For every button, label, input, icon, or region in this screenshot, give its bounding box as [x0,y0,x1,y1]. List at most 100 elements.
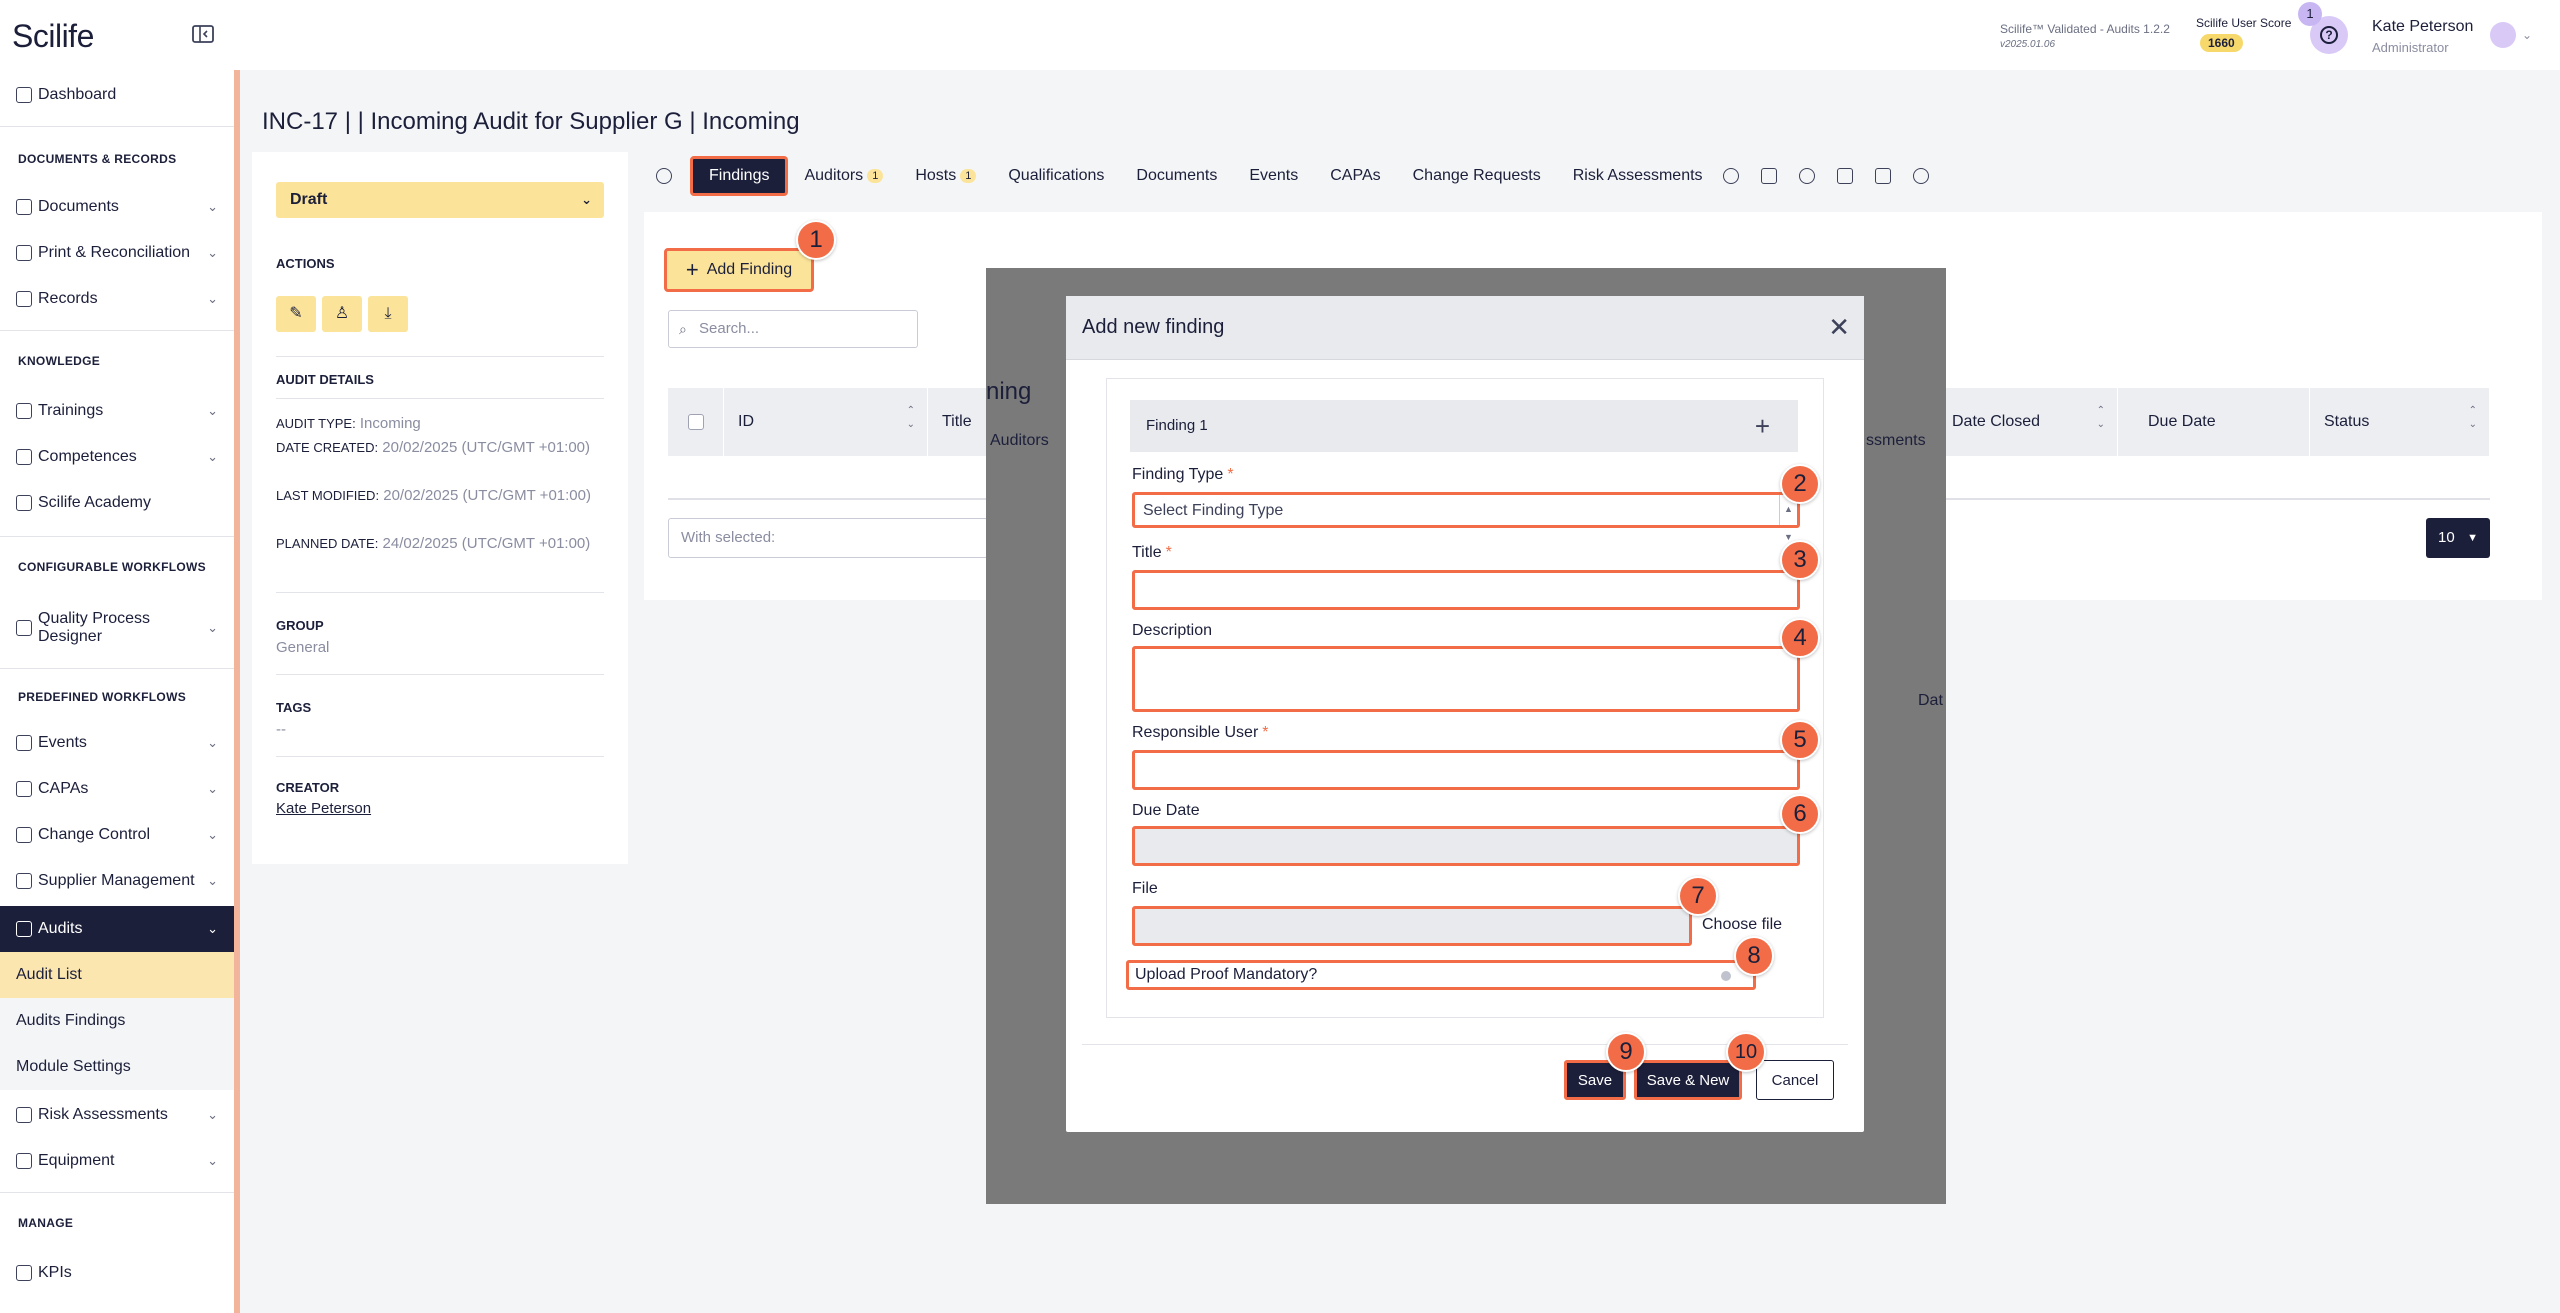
tab-capas[interactable]: CAPAs [1314,156,1396,196]
tab-hosts[interactable]: Hosts 1 [899,156,992,196]
audit-details-heading: AUDIT DETAILS [276,372,374,387]
sidebar-item-documents[interactable]: Documents ⌄ [0,184,234,230]
select-all-checkbox[interactable] [687,414,704,430]
workflow-icon [16,620,32,636]
sidebar-item-trainings[interactable]: Trainings ⌄ [0,388,234,434]
mail-icon[interactable] [1836,168,1853,184]
finding-type-select[interactable]: Select Finding Type ▲ ▼ [1132,492,1800,542]
sidebar-item-label: Competences [38,448,137,465]
responsible-user-label: Responsible User * [1132,724,1269,741]
divider [276,592,604,593]
upload-proof-toggle[interactable] [1721,971,1731,981]
due-date-input[interactable] [1132,826,1800,866]
chevron-down-icon[interactable]: ⌄ [2522,28,2532,42]
description-textarea[interactable] [1132,646,1800,712]
tab-findings[interactable]: Findings [690,156,789,196]
sidebar-item-label: Change Control [38,826,151,843]
tab-risk-assessments[interactable]: Risk Assessments [1557,156,1719,196]
title-input[interactable] [1132,570,1800,610]
close-icon[interactable]: ✕ [1828,312,1850,343]
download-button[interactable]: ⤓ [368,296,408,332]
tab-events[interactable]: Events [1233,156,1314,196]
add-finding-button[interactable]: + Add Finding [664,248,814,292]
version-sub: v2025.01.06 [2000,39,2056,50]
page-size-select[interactable]: 10 ▼ [2426,518,2490,558]
notification-badge[interactable]: 1 [2298,2,2322,26]
comment-icon[interactable] [1722,168,1739,184]
sidebar-item-competences[interactable]: Competences ⌄ [0,434,234,480]
choose-file-button[interactable]: Choose file [1702,916,1782,934]
user-menu[interactable]: Kate Peterson Administrator [2372,18,2473,55]
key-icon[interactable] [1912,168,1929,184]
collapse-sidebar-icon[interactable] [192,24,214,44]
hierarchy-icon[interactable] [1874,168,1891,184]
select-all-column[interactable] [668,388,724,456]
plus-icon[interactable]: + [1755,400,1770,452]
column-header-due-date[interactable]: Due Date [2134,388,2310,456]
edit-button[interactable]: ✎ [276,296,316,332]
sidebar-subitem-audits-findings[interactable]: Audits Findings [0,998,234,1044]
assign-user-button[interactable]: ♙ [322,296,362,332]
users-icon[interactable] [1798,168,1815,184]
cancel-button[interactable]: Cancel [1756,1060,1834,1100]
sidebar-subitem-module-settings[interactable]: Module Settings [0,1044,234,1090]
dashboard-icon [16,87,32,103]
sort-icon[interactable]: ⌃ ⌄ [907,404,915,432]
divider [0,668,234,669]
info-icon[interactable] [656,168,672,184]
chevron-down-icon: ⌄ [207,781,218,796]
column-header-date-closed[interactable]: Date Closed ⌃ ⌄ [1938,388,2118,456]
sidebar-item-label: Print & Reconciliation [38,244,191,261]
sidebar-item-label: CAPAs [38,780,89,797]
sort-icon[interactable]: ⌃ ⌄ [2469,404,2477,432]
sidebar-subitem-audit-list[interactable]: Audit List [0,952,234,998]
file-icon[interactable] [1760,168,1777,184]
competences-icon [16,449,32,465]
actions-heading: ACTIONS [276,256,335,271]
sidebar-item-label: Risk Assessments [38,1106,168,1123]
supplier-icon [16,873,32,889]
user-icon: ♙ [334,305,350,322]
sidebar-item-capas[interactable]: CAPAs ⌄ [0,766,234,812]
tab-change-requests[interactable]: Change Requests [1397,156,1557,196]
tab-qualifications[interactable]: Qualifications [992,156,1120,196]
sidebar-item-label: Trainings [38,402,104,419]
sidebar-item-dashboard[interactable]: Dashboard [0,72,234,118]
column-header-status[interactable]: Status ⌃ ⌄ [2310,388,2490,456]
count-badge: 1 [960,169,977,183]
save-and-new-button[interactable]: Save & New [1634,1060,1742,1100]
responsible-user-input[interactable] [1132,750,1800,790]
search-input[interactable]: ⌕ Search... [668,310,918,348]
warning-icon [16,1107,32,1123]
sort-icon[interactable]: ⌃ ⌄ [2097,404,2105,432]
sidebar-item-events[interactable]: Events ⌄ [0,720,234,766]
sidebar-item-supplier-management[interactable]: Supplier Management ⌄ [0,858,234,904]
sidebar-item-academy[interactable]: Scilife Academy [0,480,234,526]
capas-icon [16,781,32,797]
finding-card-header[interactable]: Finding 1 + [1130,400,1798,452]
creator-heading: CREATOR [276,780,340,795]
chevron-down-icon: ⌄ [207,291,218,306]
records-icon [16,291,32,307]
app-logo[interactable]: Scilife [12,18,94,55]
sidebar-item-audits[interactable]: Audits ⌄ [0,906,234,952]
avatar[interactable] [2490,22,2516,48]
divider [276,674,604,675]
sidebar-item-kpis[interactable]: KPIs [0,1250,234,1296]
due-date-label: Due Date [1132,802,1200,819]
sidebar-item-equipment[interactable]: Equipment ⌄ [0,1138,234,1184]
column-header-id[interactable]: ID ⌃ ⌄ [724,388,928,456]
sidebar-item-records[interactable]: Records ⌄ [0,276,234,322]
bulk-action-select[interactable]: With selected: [668,518,988,558]
tab-documents[interactable]: Documents [1120,156,1233,196]
creator-link[interactable]: Kate Peterson [276,800,371,817]
background-text: Auditors [990,432,1049,449]
sidebar-item-quality-process-designer[interactable]: Quality Process Designer ⌄ [0,598,234,658]
sidebar-item-print[interactable]: Print & Reconciliation ⌄ [0,230,234,276]
status-dropdown[interactable]: Draft ⌄ [276,182,604,218]
sidebar-item-risk-assessments[interactable]: Risk Assessments ⌄ [0,1092,234,1138]
sidebar-item-change-control[interactable]: Change Control ⌄ [0,812,234,858]
file-input[interactable] [1132,906,1692,946]
upload-proof-toggle-row[interactable]: Upload Proof Mandatory? [1126,960,1756,990]
tab-auditors[interactable]: Auditors 1 [788,156,899,196]
